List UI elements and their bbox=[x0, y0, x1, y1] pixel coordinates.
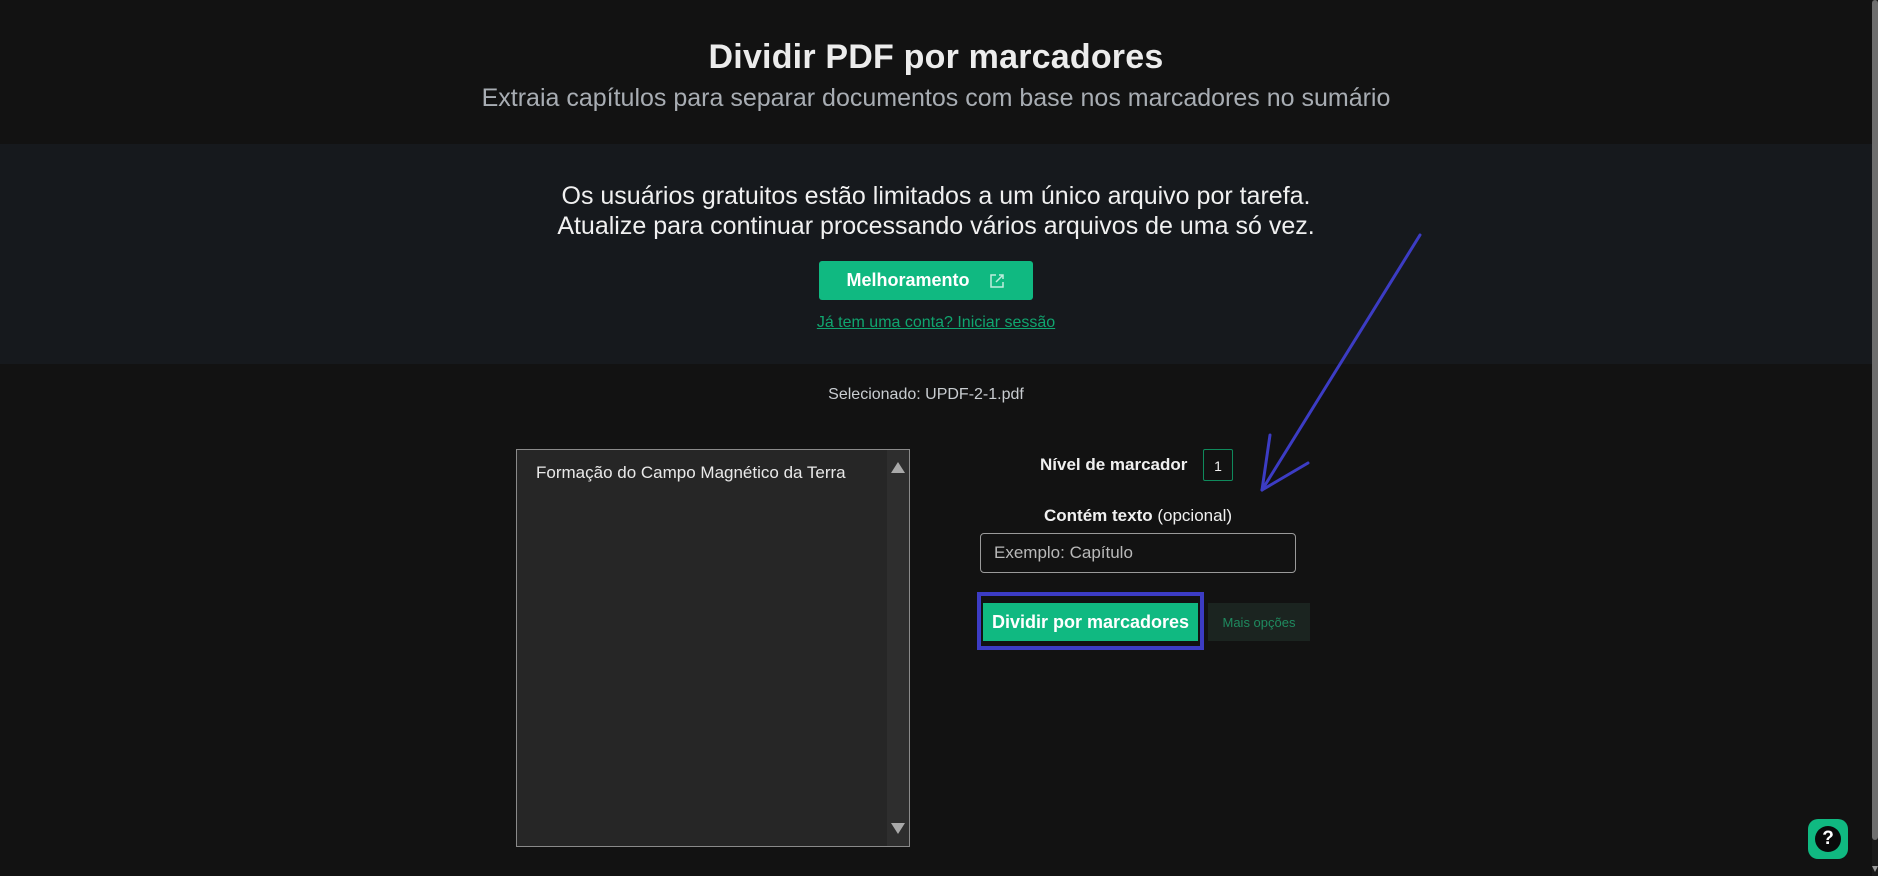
page-subtitle: Extraia capítulos para separar documento… bbox=[481, 84, 1391, 112]
upgrade-banner: Os usuários gratuitos estão limitados a … bbox=[0, 144, 1872, 364]
page: Dividir PDF por marcadores Extraia capít… bbox=[0, 0, 1878, 876]
page-header: Dividir PDF por marcadores Extraia capít… bbox=[0, 0, 1872, 144]
bookmark-item[interactable]: Formação do Campo Magnético da Terra bbox=[536, 463, 846, 483]
bookmark-list-scrollbar[interactable] bbox=[887, 450, 909, 846]
contains-text-input[interactable] bbox=[980, 533, 1296, 573]
more-options-button[interactable]: Mais opções bbox=[1208, 603, 1310, 641]
question-icon: ? bbox=[1815, 826, 1841, 852]
banner-message-line-2: Atualize para continuar processando vári… bbox=[557, 212, 1315, 240]
contains-text-label: Contém texto (opcional) bbox=[1044, 506, 1232, 526]
login-link[interactable]: Já tem uma conta? Iniciar sessão bbox=[0, 314, 1872, 332]
page-scrollbar[interactable] bbox=[1872, 0, 1878, 876]
bookmark-level-input[interactable]: 1 bbox=[1203, 449, 1233, 481]
upgrade-button-label: Melhoramento bbox=[846, 270, 970, 290]
page-scrollbar-thumb[interactable] bbox=[1872, 0, 1878, 840]
scroll-up-icon[interactable] bbox=[891, 462, 905, 473]
upgrade-button[interactable]: Melhoramento bbox=[819, 261, 1033, 300]
contains-text-label-optional: (opcional) bbox=[1157, 506, 1233, 525]
bookmark-list[interactable]: Formação do Campo Magnético da Terra bbox=[516, 449, 910, 847]
page-title: Dividir PDF por marcadores bbox=[708, 38, 1164, 76]
page-scroll-down-icon[interactable] bbox=[1872, 866, 1878, 872]
banner-message-line-1: Os usuários gratuitos estão limitados a … bbox=[561, 182, 1311, 210]
bookmark-level-label: Nível de marcador bbox=[1040, 455, 1188, 474]
external-link-icon bbox=[988, 272, 1006, 290]
scroll-down-icon[interactable] bbox=[891, 823, 905, 834]
contains-text-label-main: Contém texto bbox=[1044, 506, 1153, 525]
selected-file-label: Selecionado: UPDF-2-1.pdf bbox=[828, 386, 1024, 403]
split-by-bookmarks-button[interactable]: Dividir por marcadores bbox=[983, 603, 1198, 641]
help-button[interactable]: ? bbox=[1808, 819, 1848, 859]
